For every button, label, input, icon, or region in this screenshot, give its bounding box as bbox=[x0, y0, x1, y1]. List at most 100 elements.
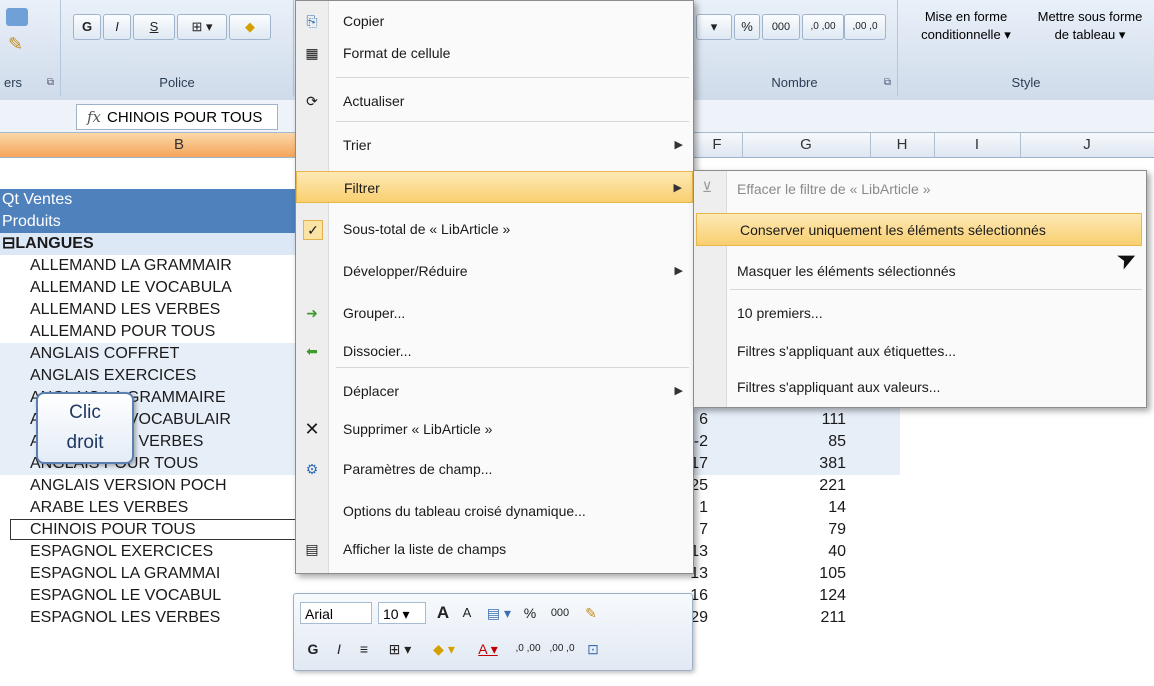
paste-icon[interactable] bbox=[6, 8, 28, 26]
menu-item-supprimer-libarticle[interactable]: ✕ Supprimer « LibArticle » bbox=[296, 413, 693, 445]
menu-item-afficher-la-liste-de-champs[interactable]: ▤ Afficher la liste de champs bbox=[296, 533, 693, 565]
ribbon-group-number: ▾ % 000 ,0 ,00 ,00 ,0 Nombre ⧉ bbox=[692, 0, 898, 96]
increase-decimal-button[interactable]: ,0 ,00 bbox=[802, 14, 844, 40]
product-name: ALLEMAND LA GRAMMAIR bbox=[30, 257, 232, 274]
product-name: ANGLAIS EXERCICES bbox=[30, 367, 197, 384]
submenu-item-3[interactable]: 10 premiers... bbox=[694, 297, 1146, 330]
pivot-products-header: Produits bbox=[0, 211, 295, 233]
cell-g: 85 bbox=[828, 433, 846, 450]
underline-button[interactable]: S bbox=[133, 14, 175, 40]
menu-item-label: Options du tableau croisé dynamique... bbox=[343, 503, 586, 519]
cell-g: 105 bbox=[819, 565, 846, 582]
menu-item-trier[interactable]: Trier ▶ bbox=[296, 129, 693, 161]
font-name-value: Arial bbox=[305, 606, 334, 622]
menu-item-filtrer[interactable]: Filtrer ▶ bbox=[296, 171, 693, 203]
product-name: ARABE LES VERBES bbox=[30, 499, 189, 516]
thousands-button[interactable]: 000 bbox=[544, 600, 576, 626]
dialog-launcher-icon[interactable]: ⧉ bbox=[884, 77, 891, 88]
fill-color-button[interactable]: ◆ ▾ bbox=[424, 636, 464, 662]
italic-button[interactable]: I bbox=[328, 636, 350, 662]
menu-item-sous-total-de-libarticle[interactable]: ✓ Sous-total de « LibArticle » bbox=[296, 213, 693, 245]
bold-button[interactable]: G bbox=[73, 14, 101, 40]
bold-button[interactable]: G bbox=[302, 636, 324, 662]
font-color-button[interactable]: A ▾ bbox=[468, 636, 508, 662]
decrease-decimal-button[interactable]: ,00 ,0 bbox=[546, 636, 578, 662]
ungroup-icon: ⬅ bbox=[306, 343, 318, 359]
column-header-g[interactable]: G bbox=[742, 133, 871, 157]
merge-cells-icon[interactable]: ⊡ bbox=[582, 636, 604, 662]
callout-line-1: Clic bbox=[69, 402, 101, 423]
pivot-group-row[interactable]: ⊟LANGUES bbox=[0, 233, 295, 255]
number-format-button[interactable]: ▤ ▾ bbox=[482, 600, 516, 626]
percent-button[interactable]: % bbox=[520, 600, 540, 626]
percent-button[interactable]: % bbox=[734, 14, 760, 40]
menu-item-déplacer[interactable]: Déplacer ▶ bbox=[296, 375, 693, 407]
column-header-i[interactable]: I bbox=[934, 133, 1021, 157]
submenu-item-label: Filtres s'appliquant aux étiquettes... bbox=[737, 343, 957, 359]
currency-button[interactable]: ▾ bbox=[696, 14, 732, 40]
font-size-value: 10 bbox=[383, 606, 399, 622]
dialog-launcher-icon[interactable]: ⧉ bbox=[47, 77, 54, 88]
field-settings-icon: ⚙ bbox=[305, 461, 319, 477]
menu-item-options-du-tableau-croisé-dynamique[interactable]: Options du tableau croisé dynamique... bbox=[296, 495, 693, 527]
submenu-item-label: Masquer les éléments sélectionnés bbox=[737, 263, 956, 279]
callout-line-2: droit bbox=[66, 432, 104, 453]
ribbon-group-title-style: Style bbox=[1011, 75, 1041, 90]
italic-button[interactable]: I bbox=[103, 14, 131, 40]
font-size-dropdown[interactable]: 10 ▾ bbox=[378, 602, 426, 624]
menu-item-label: Trier bbox=[343, 137, 372, 153]
product-name: ESPAGNOL LE VOCABUL bbox=[30, 587, 222, 604]
pivot-values-label: Qt Ventes bbox=[2, 191, 73, 208]
right-click-callout: Clic droit bbox=[36, 392, 134, 464]
menu-item-label: Sous-total de « LibArticle » bbox=[343, 221, 511, 237]
menu-item-paramètres-de-champ[interactable]: ⚙ Paramètres de champ... bbox=[296, 453, 693, 485]
column-header-h[interactable]: H bbox=[870, 133, 935, 157]
submenu-arrow-icon: ▶ bbox=[674, 139, 683, 151]
submenu-item-4[interactable]: Filtres s'appliquant aux étiquettes... bbox=[694, 335, 1146, 368]
filter-submenu: ⊻ Effacer le filtre de « LibArticle » Con… bbox=[693, 170, 1147, 408]
column-header-j[interactable]: J bbox=[1020, 133, 1154, 157]
menu-item-label: Afficher la liste de champs bbox=[343, 541, 507, 557]
product-name: ALLEMAND POUR TOUS bbox=[30, 323, 216, 340]
column-header-f[interactable]: F bbox=[692, 133, 743, 157]
format-as-table-button[interactable]: Mettre sous forme de tableau ▾ bbox=[1028, 8, 1152, 44]
formula-input[interactable]: fx CHINOIS POUR TOUS bbox=[76, 104, 278, 130]
submenu-arrow-icon: ▶ bbox=[674, 265, 683, 277]
menu-item-copier[interactable]: ⎘ Copier bbox=[296, 5, 693, 37]
borders-button[interactable]: ⊞ ▾ bbox=[380, 636, 420, 662]
shrink-font-button[interactable]: A bbox=[456, 600, 478, 626]
menu-item-format-de-cellule[interactable]: ▦ Format de cellule bbox=[296, 37, 693, 69]
menu-item-actualiser[interactable]: ⟳ Actualiser bbox=[296, 85, 693, 117]
cell-g: 40 bbox=[828, 543, 846, 560]
cell-g: 111 bbox=[821, 411, 846, 428]
menu-item-dissocier[interactable]: ⬅ Dissocier... bbox=[296, 335, 693, 367]
menu-item-label: Format de cellule bbox=[343, 45, 451, 61]
fill-color-button[interactable]: ◆ bbox=[229, 14, 271, 40]
cell-g: 14 bbox=[828, 499, 846, 516]
format-as-table-label-2: de tableau ▾ bbox=[1054, 27, 1126, 42]
submenu-item-label: Conserver uniquement les éléments sélect… bbox=[740, 222, 1046, 238]
conditional-format-button[interactable]: Mise en forme conditionnelle ▾ bbox=[906, 8, 1026, 44]
increase-decimal-button[interactable]: ,0 ,00 bbox=[512, 636, 544, 662]
format-painter-icon[interactable]: ✎ bbox=[580, 600, 602, 626]
format-painter-icon[interactable]: ✎ bbox=[8, 34, 23, 55]
font-name-dropdown[interactable]: Arial bbox=[300, 602, 372, 624]
submenu-arrow-icon: ▶ bbox=[673, 182, 682, 194]
submenu-item-1[interactable]: Conserver uniquement les éléments sélect… bbox=[696, 213, 1142, 246]
checkmark-icon: ✓ bbox=[303, 220, 323, 240]
cell-g: 381 bbox=[819, 455, 846, 472]
decrease-decimal-button[interactable]: ,00 ,0 bbox=[844, 14, 886, 40]
ribbon-group-title-font: Police bbox=[159, 75, 195, 90]
center-align-icon[interactable]: ≡ bbox=[352, 636, 376, 662]
menu-item-développer-réduire[interactable]: Développer/Réduire ▶ bbox=[296, 255, 693, 287]
grow-font-button[interactable]: A bbox=[432, 600, 454, 626]
submenu-item-5[interactable]: Filtres s'appliquant aux valeurs... bbox=[694, 371, 1146, 404]
menu-item-grouper[interactable]: ➜ Grouper... bbox=[296, 297, 693, 329]
menu-item-label: Copier bbox=[343, 13, 385, 29]
thousands-button[interactable]: 000 bbox=[762, 14, 800, 40]
pivot-values-header: Qt Ventes bbox=[0, 189, 295, 211]
submenu-arrow-icon: ▶ bbox=[674, 385, 683, 397]
submenu-item-2[interactable]: Masquer les éléments sélectionnés bbox=[694, 255, 1146, 288]
submenu-item-0: Effacer le filtre de « LibArticle » bbox=[694, 173, 1146, 206]
borders-button[interactable]: ⊞ ▾ bbox=[177, 14, 227, 40]
